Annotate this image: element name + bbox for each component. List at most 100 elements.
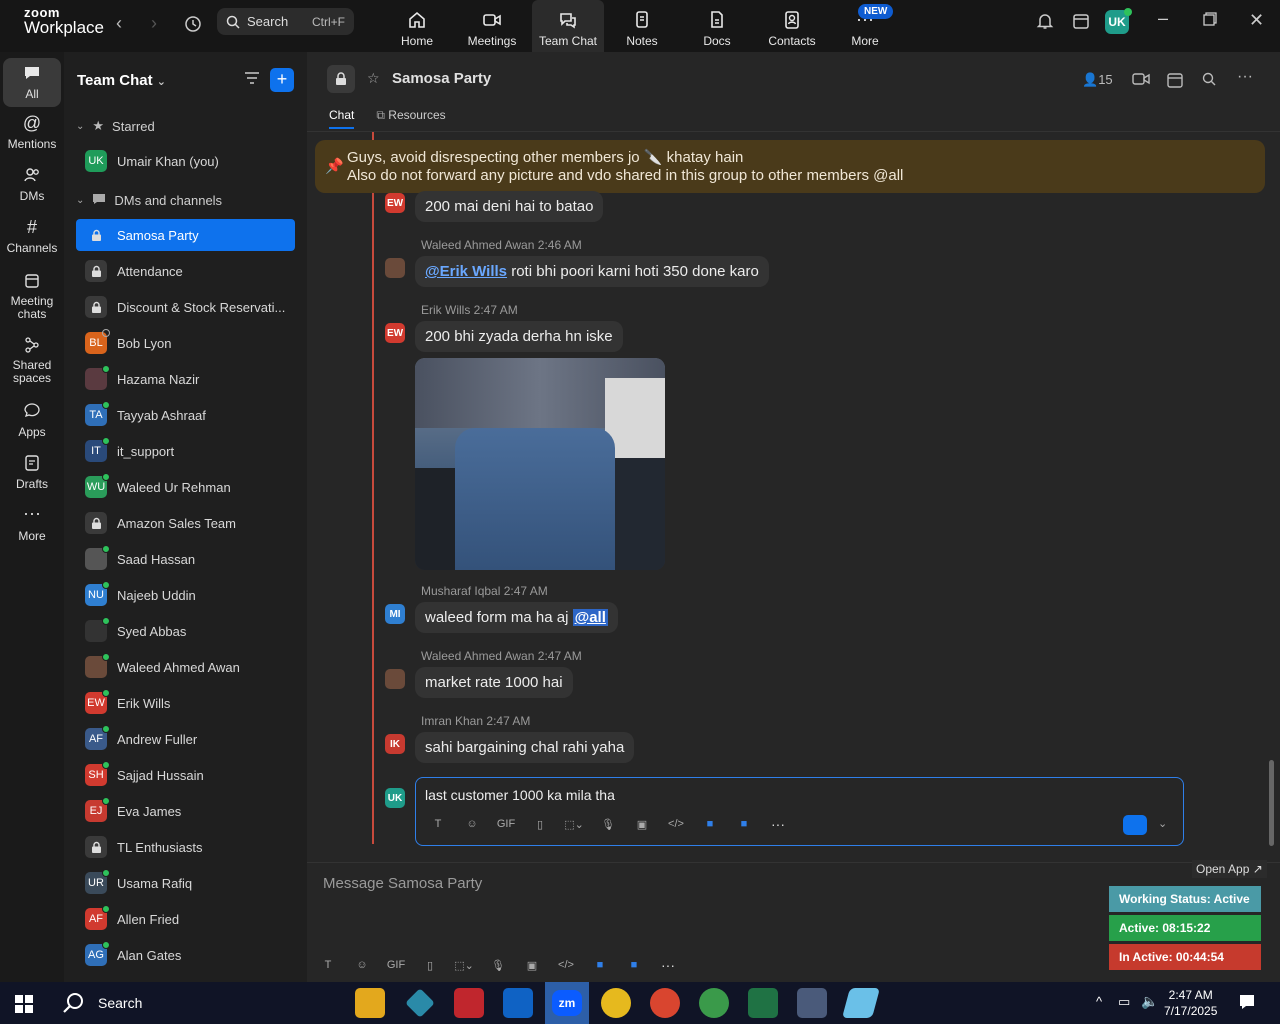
search-icon[interactable]: [1202, 72, 1216, 89]
avatar[interactable]: IK: [385, 734, 405, 754]
channel-title[interactable]: Samosa Party: [392, 70, 491, 87]
star-outline-icon[interactable]: ☆: [367, 70, 380, 87]
sidebar-item[interactable]: Syed Abbas: [76, 615, 295, 647]
rail-dms[interactable]: DMs: [3, 166, 61, 203]
app-icon-blue[interactable]: ■: [583, 959, 617, 971]
message-bubble[interactable]: @Erik Wills roti bhi poori karni hoti 35…: [415, 256, 769, 287]
sidebar-item[interactable]: TL Enthusiasts: [76, 831, 295, 863]
scrollbar[interactable]: [1267, 132, 1275, 846]
message-bubble[interactable]: 200 mai deni hai to batao: [415, 191, 604, 222]
close-icon[interactable]: ✕: [1249, 10, 1264, 31]
video-call-icon[interactable]: [1132, 72, 1150, 89]
video-message-icon[interactable]: ▣: [515, 959, 549, 972]
forward-arrow-icon[interactable]: ›: [151, 13, 157, 34]
more-dots-icon[interactable]: ···: [761, 816, 795, 832]
sidebar-item[interactable]: Amazon Sales Team: [76, 507, 295, 539]
scrollbar-thumb[interactable]: [1269, 760, 1274, 846]
sidebar-item[interactable]: WU Waleed Ur Rehman: [76, 471, 295, 503]
members-count[interactable]: 👤15: [1082, 72, 1113, 88]
restore-icon[interactable]: [1203, 12, 1217, 31]
sidebar-item[interactable]: EJ Eva James: [76, 795, 295, 827]
emoji-icon[interactable]: ☺: [345, 959, 379, 971]
tab-meetings[interactable]: Meetings: [456, 0, 528, 52]
sidebar-item-self[interactable]: UK Umair Khan (you): [76, 145, 295, 177]
taskbar-clock[interactable]: 2:47 AM 7/17/2025: [1164, 987, 1217, 1019]
reply-input[interactable]: last customer 1000 ka mila tha: [425, 787, 615, 803]
app-icon-blue-2[interactable]: ■: [727, 818, 761, 830]
rail-shared-spaces[interactable]: Shared spaces: [3, 336, 61, 385]
microphone-icon[interactable]: 🎙: [481, 959, 515, 972]
new-chat-button[interactable]: +: [270, 68, 294, 92]
sidebar-item[interactable]: Waleed Ahmed Awan: [76, 651, 295, 683]
calculator-icon[interactable]: [797, 988, 827, 1018]
tab-notes[interactable]: Notes: [606, 0, 678, 52]
format-text-icon[interactable]: T: [311, 959, 345, 971]
format-text-icon[interactable]: T: [421, 818, 455, 830]
tab-contacts[interactable]: Contacts: [756, 0, 828, 52]
rail-meeting-chats[interactable]: Meeting chats: [3, 272, 61, 321]
screenshot-icon[interactable]: ⬚⌄: [557, 818, 591, 831]
more-dots-icon[interactable]: ···: [651, 957, 685, 973]
sidebar-item[interactable]: TA Tayyab Ashraaf: [76, 399, 295, 431]
sidebar-item[interactable]: Saad Hassan: [76, 543, 295, 575]
sidebar-item[interactable]: AF Allen Fried: [76, 903, 295, 935]
dms-section-header[interactable]: ⌄ DMs and channels: [76, 192, 222, 209]
gif-button[interactable]: GIF: [379, 959, 413, 971]
send-button[interactable]: [1123, 815, 1147, 835]
avatar[interactable]: [385, 669, 405, 689]
app-icon-blue[interactable]: ■: [693, 818, 727, 830]
message-bubble[interactable]: market rate 1000 hai: [415, 667, 573, 698]
taskbar-search[interactable]: Search: [50, 982, 340, 1024]
sidebar-item[interactable]: NU Najeeb Uddin: [76, 579, 295, 611]
rail-apps[interactable]: Apps: [3, 402, 61, 439]
filezilla-icon[interactable]: [454, 988, 484, 1018]
chevron-down-icon[interactable]: ⌄: [1158, 817, 1167, 830]
outlook-icon[interactable]: [503, 988, 533, 1018]
rail-mentions[interactable]: @ Mentions: [3, 114, 61, 151]
back-arrow-icon[interactable]: ‹: [116, 13, 122, 34]
chrome-icon[interactable]: [601, 988, 631, 1018]
filter-icon[interactable]: [244, 70, 260, 89]
history-icon[interactable]: [184, 15, 202, 37]
video-message-icon[interactable]: ▣: [625, 818, 659, 831]
open-app-button[interactable]: Open App ↗: [1192, 860, 1267, 878]
file-icon[interactable]: ▯: [413, 959, 447, 972]
tab-resources[interactable]: ⧉ Resources: [376, 108, 445, 129]
image-attachment[interactable]: [415, 358, 665, 570]
emoji-icon[interactable]: ☺: [455, 818, 489, 830]
message-bubble[interactable]: waleed form ma ha aj @all: [415, 602, 618, 633]
volume-icon[interactable]: 🔈: [1141, 993, 1158, 1010]
sidebar-item[interactable]: Attendance: [76, 255, 295, 287]
pinned-message[interactable]: 📌 Guys, avoid disrespecting other member…: [315, 140, 1265, 193]
reply-editor[interactable]: last customer 1000 ka mila tha T ☺ GIF ▯…: [415, 777, 1184, 846]
notepad-icon[interactable]: [841, 988, 881, 1018]
message-bubble[interactable]: sahi bargaining chal rahi yaha: [415, 732, 635, 763]
more-options-icon[interactable]: ···: [1237, 68, 1253, 86]
starred-section-header[interactable]: ⌄ ★ Starred: [76, 118, 155, 134]
sidebar-item[interactable]: AF Andrew Fuller: [76, 723, 295, 755]
sidebar-item[interactable]: EW Erik Wills: [76, 687, 295, 719]
chevron-up-icon[interactable]: ^: [1096, 994, 1102, 1009]
avatar[interactable]: [385, 258, 405, 278]
windows-start-icon[interactable]: [15, 995, 33, 1016]
sidebar-title[interactable]: Team Chat ⌄: [77, 72, 166, 89]
sidebar-item[interactable]: Hazama Nazir: [76, 363, 295, 395]
chrome-icon-2[interactable]: [650, 988, 680, 1018]
avatar[interactable]: EW: [385, 323, 405, 343]
code-icon[interactable]: </>: [549, 959, 583, 971]
rail-drafts[interactable]: Drafts: [3, 454, 61, 491]
tab-docs[interactable]: Docs: [681, 0, 753, 52]
bell-icon[interactable]: [1036, 12, 1054, 35]
network-icon[interactable]: ▭: [1118, 994, 1130, 1010]
sidebar-item[interactable]: BL Bob Lyon: [76, 327, 295, 359]
sidebar-item[interactable]: SH Sajjad Hussain: [76, 759, 295, 791]
sidebar-item[interactable]: AG Alan Gates: [76, 939, 295, 971]
minimize-icon[interactable]: –: [1158, 8, 1168, 29]
avatar[interactable]: EW: [385, 193, 405, 213]
microphone-icon[interactable]: 🎙: [591, 818, 625, 831]
message-input[interactable]: Message Samosa Party: [323, 875, 482, 892]
chrome-icon-3[interactable]: [699, 988, 729, 1018]
message-bubble[interactable]: 200 bhi zyada derha hn iske: [415, 321, 623, 352]
tab-chat[interactable]: Chat: [329, 108, 355, 129]
sidebar-item[interactable]: Samosa Party: [76, 219, 295, 251]
